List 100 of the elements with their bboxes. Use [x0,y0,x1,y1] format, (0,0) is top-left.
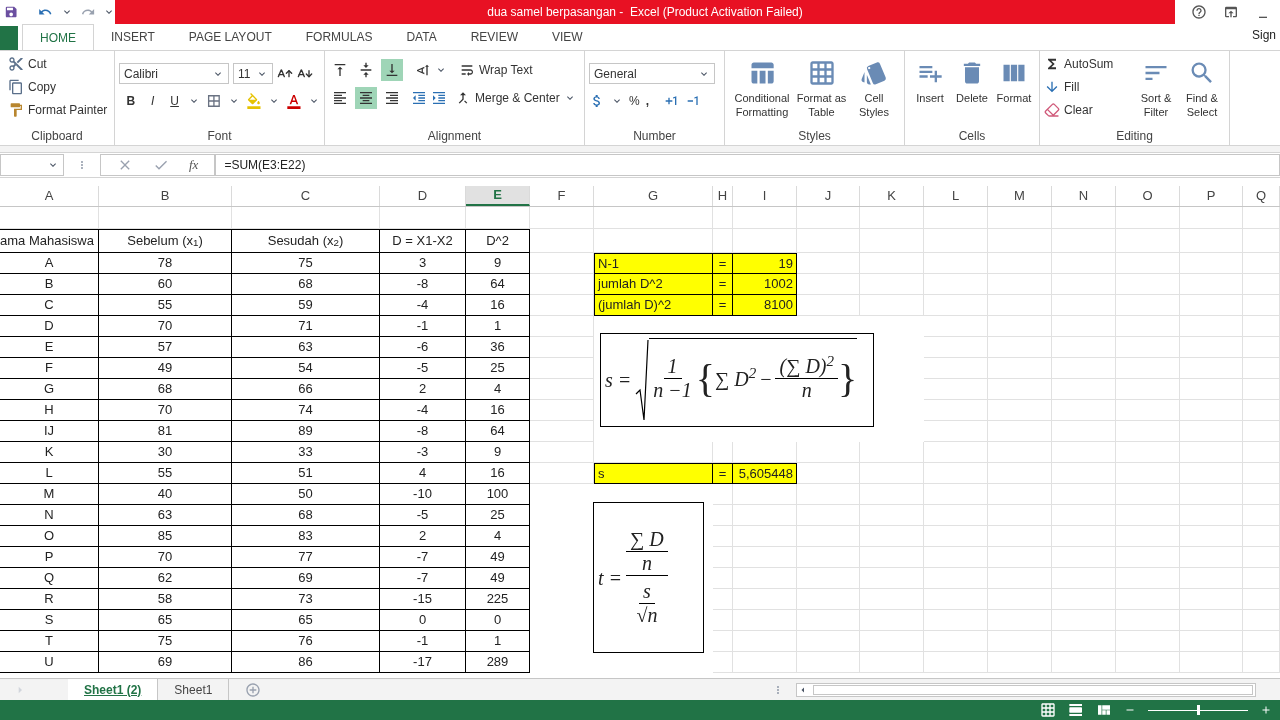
decrease-indent-icon[interactable] [411,90,427,106]
page-break-icon[interactable] [1096,702,1112,718]
grid-cell[interactable] [860,463,924,484]
grid-cell[interactable] [797,253,860,274]
grid-cell[interactable] [1052,442,1116,463]
grid-cell[interactable] [466,207,530,229]
grid-cell[interactable] [860,505,924,526]
grid-cell[interactable] [988,610,1052,631]
horizontal-align-button[interactable] [355,87,377,109]
grid-cell[interactable] [232,207,380,229]
grid-cell[interactable] [1180,505,1243,526]
increase-indent-icon[interactable] [431,90,447,106]
grid-cell[interactable] [1116,442,1180,463]
grid-cell[interactable] [988,358,1052,379]
column-header[interactable]: I [733,186,797,206]
page-layout-icon[interactable] [1068,702,1084,718]
grid-cell[interactable] [1116,337,1180,358]
borders-icon[interactable] [206,93,223,109]
ribbon-button[interactable]: Format as Table [795,55,848,119]
grid-cell[interactable] [1243,526,1280,547]
grid-cell[interactable] [1116,610,1180,631]
grid-cell[interactable] [860,547,924,568]
grid-cell[interactable] [1116,400,1180,421]
grid-cell[interactable] [988,505,1052,526]
grid-cell[interactable] [924,526,988,547]
percent-button[interactable]: % [629,92,640,110]
underline-button[interactable]: U [166,92,183,110]
column-header[interactable]: A [0,186,99,206]
grid-cell[interactable] [530,379,594,400]
grid-cell[interactable] [530,337,594,358]
autosum-button[interactable]: AutoSum [1044,55,1133,73]
grid-cell[interactable] [1243,463,1280,484]
grid-cell[interactable] [988,547,1052,568]
grid-cell[interactable] [924,631,988,652]
grid-cell[interactable] [1243,379,1280,400]
grid-cell[interactable] [1243,610,1280,631]
grid-cell[interactable] [1116,253,1180,274]
grid-cell[interactable] [733,505,797,526]
grid-cell[interactable] [1243,421,1280,442]
grid-cell[interactable] [924,358,988,379]
grid-cell[interactable] [1243,229,1280,253]
grid-cell[interactable] [1243,207,1280,229]
grid-cell[interactable] [1243,652,1280,673]
name-box[interactable] [0,154,64,176]
column-header[interactable]: L [924,186,988,206]
grid-cell[interactable] [860,589,924,610]
grid-cell[interactable] [1180,652,1243,673]
comma-button[interactable]: , [645,92,649,110]
grid-cell[interactable] [1116,274,1180,295]
grid-cell[interactable] [1116,484,1180,505]
grid-cell[interactable] [530,229,594,253]
ribbon-tab[interactable]: PAGE LAYOUT [171,24,289,50]
grid-cell[interactable] [1052,589,1116,610]
grid-cell[interactable] [1180,484,1243,505]
grid-cell[interactable] [797,526,860,547]
grid-cell[interactable] [0,207,99,229]
grid-cell[interactable] [1180,337,1243,358]
grid-cell[interactable] [1180,379,1243,400]
grid-cell[interactable] [988,379,1052,400]
grid-cell[interactable] [1052,337,1116,358]
grid-cell[interactable] [1052,207,1116,229]
grid-cell[interactable] [713,484,733,505]
grid-cell[interactable] [988,442,1052,463]
ribbon-tab[interactable]: REVIEW [453,24,535,50]
grid-cell[interactable] [530,442,594,463]
grid-cell[interactable] [713,505,733,526]
zoom-slider-thumb[interactable] [1197,705,1200,715]
grid-cell[interactable] [713,652,733,673]
grid-cell[interactable] [924,229,988,253]
grid-cell[interactable] [860,631,924,652]
grid-cell[interactable] [1180,207,1243,229]
grid-cell[interactable] [733,526,797,547]
grid-cell[interactable] [924,610,988,631]
font-color-icon[interactable] [286,93,302,109]
grid-cell[interactable] [733,589,797,610]
grid-cell[interactable] [860,610,924,631]
normal-view-icon[interactable] [1040,702,1056,718]
grid-cell[interactable] [797,463,860,484]
grid-cell[interactable] [713,207,733,229]
column-header[interactable]: C [232,186,380,206]
column-header[interactable]: M [988,186,1052,206]
grid-cell[interactable] [988,253,1052,274]
grid-cell[interactable] [797,547,860,568]
grid-cell[interactable] [988,229,1052,253]
grid-cell[interactable] [797,652,860,673]
grid-cell[interactable] [1116,229,1180,253]
grid-cell[interactable] [1180,589,1243,610]
grid-cell[interactable] [1052,547,1116,568]
grid-cell[interactable] [797,295,860,316]
grid-cell[interactable] [1180,358,1243,379]
save-icon[interactable] [4,4,19,20]
grid-cell[interactable] [530,358,594,379]
vertical-align-button[interactable] [381,59,403,81]
grid-cell[interactable] [1052,379,1116,400]
grid-cell[interactable] [797,442,860,463]
grid-cell[interactable] [1243,505,1280,526]
ribbon-tab[interactable]: HOME [22,24,94,50]
grid-cell[interactable] [594,207,713,229]
grid-cell[interactable] [1052,484,1116,505]
ribbon-tab[interactable]: DATA [389,24,454,50]
